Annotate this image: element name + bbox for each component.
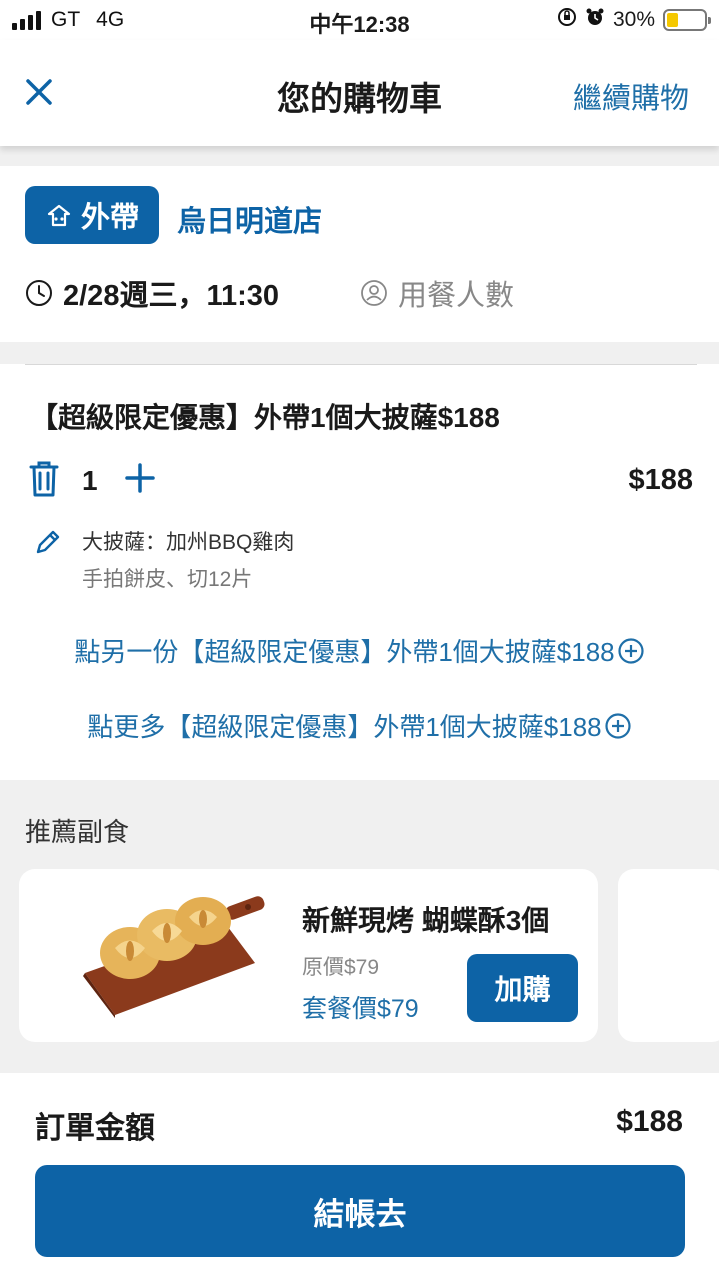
recommend-card[interactable]: 新鮮現烤 蝴蝶酥3個 原價$79 套餐價$79 加購 — [19, 869, 598, 1042]
store-name[interactable]: 烏日明道店 — [177, 198, 322, 240]
takeout-mode-button[interactable]: 外帶 — [25, 186, 159, 244]
battery-percent: 30% — [612, 7, 655, 31]
edit-pencil-icon[interactable] — [33, 527, 63, 557]
recommend-original-price: 原價$79 — [302, 956, 380, 979]
close-icon[interactable] — [22, 75, 56, 109]
add-more-label: 點更多【超級限定優惠】外帶1個大披薩$188 — [87, 712, 602, 742]
cart-item-price: $188 — [628, 464, 693, 496]
diners-selector[interactable]: 用餐人數 — [360, 272, 514, 314]
cart-item-title: 【超級限定優惠】外帶1個大披薩$188 — [30, 402, 500, 433]
recommend-section-title: 推薦副食 — [25, 817, 130, 847]
status-right: 30% — [557, 7, 711, 32]
store-card: 外帶 烏日明道店 2/28週三，11:30 用餐人數 — [0, 166, 719, 342]
plus-circle-icon — [618, 637, 644, 664]
orientation-lock-icon — [557, 7, 577, 32]
pickup-datetime[interactable]: 2/28週三，11:30 — [25, 272, 279, 314]
plus-circle-icon — [605, 712, 631, 739]
takeout-label: 外帶 — [80, 202, 139, 234]
battery-level-fill — [667, 12, 678, 27]
order-total-value: $188 — [616, 1105, 683, 1138]
option-main: 大披薩：加州BBQ雞肉 — [82, 531, 295, 554]
palmier-product-image — [75, 893, 265, 1023]
plus-icon[interactable] — [124, 462, 156, 494]
diners-label: 用餐人數 — [398, 280, 515, 312]
datetime-label: 2/28週三，11:30 — [63, 280, 280, 312]
order-footer: 訂單金額 $188 結帳去 — [0, 1073, 719, 1280]
add-another-link[interactable]: 點另一份【超級限定優惠】外帶1個大披薩$188 — [0, 632, 719, 669]
status-bar: GT 4G 中午12:38 30% — [0, 0, 719, 40]
add-more-link[interactable]: 點更多【超級限定優惠】外帶1個大披薩$188 — [0, 707, 719, 744]
battery-icon — [663, 8, 711, 31]
person-icon — [361, 280, 387, 306]
recommend-set-price: 套餐價$79 — [302, 995, 419, 1023]
clock-icon — [26, 280, 52, 306]
trash-icon[interactable] — [27, 459, 61, 499]
order-total-label: 訂單金額 — [35, 1112, 155, 1145]
divider — [25, 364, 697, 365]
takeout-bag-icon — [47, 204, 71, 227]
recommend-card-next[interactable] — [618, 869, 719, 1042]
alarm-icon — [585, 7, 605, 32]
add-another-label: 點另一份【超級限定優惠】外帶1個大披薩$188 — [74, 637, 615, 667]
nav-bar: 您的購物車 繼續購物 — [0, 40, 719, 146]
cart-item-card: 【超級限定優惠】外帶1個大披薩$188 1 $188 大披薩：加州BBQ雞肉 手… — [0, 364, 719, 780]
continue-shopping-link[interactable]: 繼續購物 — [573, 75, 689, 117]
recommend-item-name: 新鮮現烤 蝴蝶酥3個 — [302, 905, 550, 936]
option-sub: 手拍餅皮、切12片 — [82, 568, 253, 591]
quantity-value: 1 — [82, 465, 98, 496]
add-purchase-button[interactable]: 加購 — [467, 954, 578, 1022]
checkout-button[interactable]: 結帳去 — [35, 1165, 685, 1257]
